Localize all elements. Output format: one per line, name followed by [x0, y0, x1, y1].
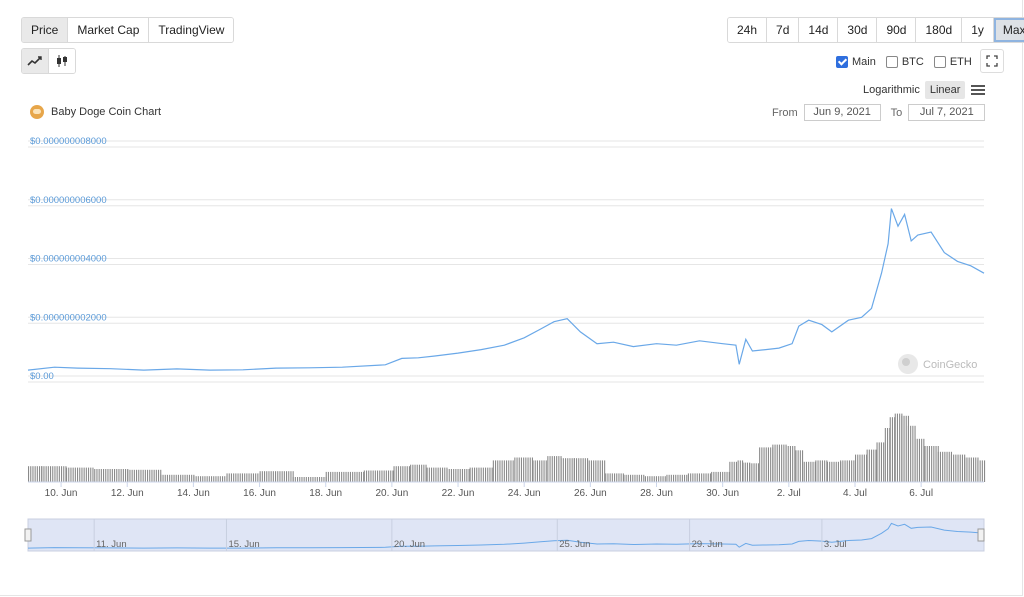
baby-doge-logo-icon: [30, 105, 44, 119]
checkbox-label: ETH: [949, 56, 972, 68]
tab-market-cap[interactable]: Market Cap: [68, 18, 150, 42]
range-24h-button[interactable]: 24h: [728, 18, 768, 42]
range-7d-button[interactable]: 7d: [767, 18, 800, 42]
checkbox-label: BTC: [901, 56, 924, 68]
candlestick-chart-icon[interactable]: [49, 49, 75, 73]
checkbox-box[interactable]: [836, 56, 848, 68]
to-date-input[interactable]: Jul 7, 2021: [908, 104, 986, 121]
from-date-input[interactable]: Jun 9, 2021: [803, 104, 881, 121]
to-label: To: [890, 106, 903, 119]
chart-title: Baby Doge Coin Chart: [30, 105, 161, 119]
compare-checkboxes: Main BTC ETH: [836, 56, 972, 68]
range-14d-button[interactable]: 14d: [799, 18, 839, 42]
chart-title-text: Baby Doge Coin Chart: [51, 106, 162, 118]
compare-btc-checkbox[interactable]: BTC: [885, 56, 924, 68]
range-180d-button[interactable]: 180d: [916, 18, 963, 42]
date-range: From Jun 9, 2021 To Jul 7, 2021: [772, 104, 986, 121]
linear-button[interactable]: Linear: [924, 81, 966, 99]
range-90d-button[interactable]: 90d: [877, 18, 917, 42]
line-chart-icon[interactable]: [22, 49, 49, 73]
from-label: From: [772, 106, 798, 119]
logarithmic-button[interactable]: Logarithmic: [858, 81, 925, 99]
checkbox-box[interactable]: [885, 56, 898, 68]
chart-tabs: Price Market Cap TradingView: [21, 17, 235, 43]
checkbox-label: Main: [852, 56, 876, 68]
fullscreen-icon[interactable]: [980, 49, 1004, 73]
range-30d-button[interactable]: 30d: [838, 18, 878, 42]
chart-type-toggle: [21, 48, 76, 74]
tab-tradingview[interactable]: TradingView: [149, 18, 234, 42]
checkbox-box[interactable]: [933, 56, 946, 68]
compare-eth-checkbox[interactable]: ETH: [933, 56, 972, 68]
range-1y-button[interactable]: 1y: [962, 18, 994, 42]
scale-toggle: Logarithmic Linear: [858, 81, 986, 99]
time-range-selector: 24h 7d 14d 30d 90d 180d 1y Max: [727, 17, 1024, 43]
compare-main-checkbox[interactable]: Main: [836, 56, 876, 68]
tab-price[interactable]: Price: [22, 18, 69, 42]
range-max-button[interactable]: Max: [993, 18, 1024, 42]
hamburger-menu-icon[interactable]: [971, 85, 986, 95]
